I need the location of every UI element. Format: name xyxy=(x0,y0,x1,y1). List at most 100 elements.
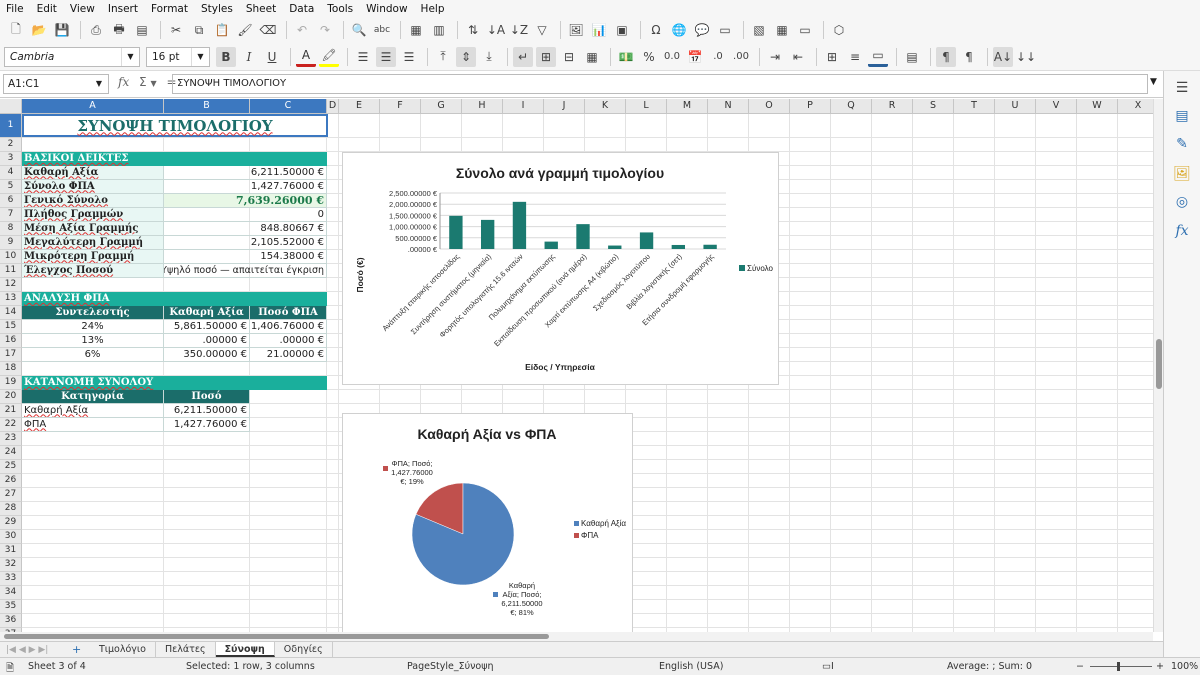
freeze-rows-icon[interactable]: ▦ xyxy=(772,20,792,40)
row-header[interactable]: 22 xyxy=(0,418,22,432)
kpi-label[interactable]: Έλεγχος Ποσού xyxy=(22,264,164,278)
copy-icon[interactable]: ⧉ xyxy=(189,20,209,40)
align-top-icon[interactable]: ⤒ xyxy=(433,47,453,67)
pivot-table-icon[interactable]: ▣ xyxy=(612,20,632,40)
column-header[interactable]: O xyxy=(749,99,790,114)
row-header[interactable]: 4 xyxy=(0,166,22,180)
align-left-icon[interactable]: ☰ xyxy=(353,47,373,67)
selection-mode-icon[interactable]: ▭I xyxy=(822,661,834,672)
tab-pelates[interactable]: Πελάτες xyxy=(156,642,216,657)
expand-formula-icon[interactable]: ▼ xyxy=(1150,77,1157,87)
undo-icon[interactable]: ↶ xyxy=(292,20,312,40)
row-header[interactable]: 6 xyxy=(0,194,22,208)
print-preview-icon[interactable]: ▤ xyxy=(132,20,152,40)
row-header[interactable]: 17 xyxy=(0,348,22,362)
chevron-down-icon[interactable]: ▼ xyxy=(121,47,139,66)
merge-center-icon[interactable]: ⊞ xyxy=(536,46,556,67)
borders-icon[interactable]: ⊞ xyxy=(822,47,842,67)
properties-icon[interactable]: ▤ xyxy=(1173,107,1191,125)
left-to-right-icon[interactable]: ¶ xyxy=(936,46,956,67)
vat-column-header[interactable]: Καθαρή Αξία xyxy=(164,306,250,320)
column-header[interactable]: L xyxy=(626,99,667,114)
menu-window[interactable]: Window xyxy=(366,3,407,15)
row-header[interactable]: 11 xyxy=(0,264,22,278)
chevron-down-icon[interactable]: ▼ xyxy=(150,79,156,88)
distribution-column-header[interactable]: Κατηγορία xyxy=(22,390,164,404)
summary-title-cell[interactable]: ΣΥΝΟΨΗ ΤΙΜΟΛΟΓΙΟΥ xyxy=(22,114,328,137)
column-header[interactable]: J xyxy=(544,99,585,114)
row-header[interactable]: 20 xyxy=(0,390,22,404)
italic-icon[interactable]: I xyxy=(239,47,259,67)
distribution-cell[interactable]: ΦΠΑ xyxy=(22,418,164,432)
distribution-column-header[interactable]: Ποσό xyxy=(164,390,250,404)
function-wizard-icon[interactable]: fx xyxy=(118,75,129,89)
row-header[interactable]: 25 xyxy=(0,460,22,474)
show-draw-functions-icon[interactable]: ⬡ xyxy=(829,20,849,40)
align-right-icon[interactable]: ☰ xyxy=(399,47,419,67)
spreadsheet-grid[interactable]: ABCDEFGHIJKLMNOPQRSTUVWX 1 2 3 4 5 6 7 8 9 10 11 12… xyxy=(0,99,1153,632)
vat-column-header[interactable]: Ποσό ΦΠΑ xyxy=(250,306,327,320)
decrease-indent-icon[interactable]: ⇤ xyxy=(788,47,808,67)
row-header[interactable]: 29 xyxy=(0,516,22,530)
tab-synopsi[interactable]: Σύνοψη xyxy=(215,642,275,657)
column-header[interactable]: X xyxy=(1118,99,1153,114)
row-header[interactable]: 9 xyxy=(0,236,22,250)
kpi-value[interactable]: 2,105.52000 € xyxy=(164,236,327,250)
column-header[interactable]: F xyxy=(380,99,421,114)
column-header[interactable]: E xyxy=(339,99,380,114)
font-color-icon[interactable]: A xyxy=(296,47,316,67)
align-bottom-icon[interactable]: ⤓ xyxy=(479,47,499,67)
kpi-value[interactable]: 0 xyxy=(164,208,327,222)
text-left-to-right-icon[interactable]: A↓ xyxy=(993,46,1013,67)
number-format-icon[interactable]: 0.0 xyxy=(662,47,682,67)
row-header[interactable]: 7 xyxy=(0,208,22,222)
zoom-out-icon[interactable]: − xyxy=(1076,661,1084,672)
column-header[interactable]: Q xyxy=(831,99,872,114)
column-header[interactable]: V xyxy=(1036,99,1077,114)
currency-icon[interactable]: 💵 xyxy=(616,47,636,67)
table-icon[interactable]: ▦ xyxy=(582,47,602,67)
pie-chart[interactable]: Καθαρή Αξία vs ΦΠΑ ΦΠΑ; Ποσό; 1,427.76000 €… xyxy=(342,413,633,632)
chevron-down-icon[interactable]: ▼ xyxy=(90,75,108,93)
page-style[interactable]: PageStyle_Σύνοψη xyxy=(407,661,494,672)
row-header[interactable]: 23 xyxy=(0,432,22,446)
increase-indent-icon[interactable]: ⇥ xyxy=(765,47,785,67)
tab-odigies[interactable]: Οδηγίες xyxy=(275,642,333,657)
row-icon[interactable]: ▦ xyxy=(406,20,426,40)
vat-cell[interactable]: 13% xyxy=(22,334,164,348)
row-header[interactable]: 33 xyxy=(0,572,22,586)
distribution-section-header[interactable]: ΚΑΤΑΝΟΜΗ ΣΥΝΟΛΟΥ xyxy=(22,376,327,390)
styles-icon[interactable]: ✎ xyxy=(1173,135,1191,153)
row-header[interactable]: 21 xyxy=(0,404,22,418)
kpi-section-header[interactable]: ΒΑΣΙΚΟΙ ΔΕΙΚΤΕΣ xyxy=(22,152,327,166)
clear-formatting-icon[interactable]: ⌫ xyxy=(258,20,278,40)
kpi-value[interactable]: Υψηλό ποσό — απαιτείται έγκριση xyxy=(164,264,327,278)
row-header[interactable]: 36 xyxy=(0,614,22,628)
column-header[interactable]: D xyxy=(327,99,339,114)
menu-help[interactable]: Help xyxy=(421,3,445,15)
align-middle-icon[interactable]: ⇕ xyxy=(456,46,476,67)
kpi-label[interactable]: Μικρότερη Γραμμή xyxy=(22,250,164,264)
column-header[interactable]: I xyxy=(503,99,544,114)
row-header[interactable]: 19 xyxy=(0,376,22,390)
menu-file[interactable]: File xyxy=(6,3,24,15)
open-folder-icon[interactable]: 📂 xyxy=(29,20,49,40)
column-header[interactable]: G xyxy=(421,99,462,114)
row-header[interactable]: 30 xyxy=(0,530,22,544)
spelling-icon[interactable]: abc xyxy=(372,20,392,40)
vertical-scrollbar[interactable] xyxy=(1153,99,1163,632)
unmerge-icon[interactable]: ⊟ xyxy=(559,47,579,67)
kpi-label[interactable]: Γενικό Σύνολο xyxy=(22,194,164,208)
menu-data[interactable]: Data xyxy=(289,3,314,15)
font-name-box[interactable]: Cambria ▼ xyxy=(4,46,140,67)
distribution-cell[interactable]: Καθαρή Αξία xyxy=(22,404,164,418)
highlight-color-icon[interactable]: 🖍 xyxy=(319,47,339,67)
right-to-left-icon[interactable]: ¶ xyxy=(959,47,979,67)
column-header[interactable]: T xyxy=(954,99,995,114)
horizontal-scroll-thumb[interactable] xyxy=(4,634,549,639)
tab-timologio[interactable]: Τιμολόγιο xyxy=(90,642,156,657)
vat-cell[interactable]: 350.00000 € xyxy=(164,348,250,362)
hyperlink-icon[interactable]: 🌐 xyxy=(669,20,689,40)
row-header[interactable]: 12 xyxy=(0,278,22,292)
vat-cell[interactable]: 1,406.76000 € xyxy=(250,320,327,334)
